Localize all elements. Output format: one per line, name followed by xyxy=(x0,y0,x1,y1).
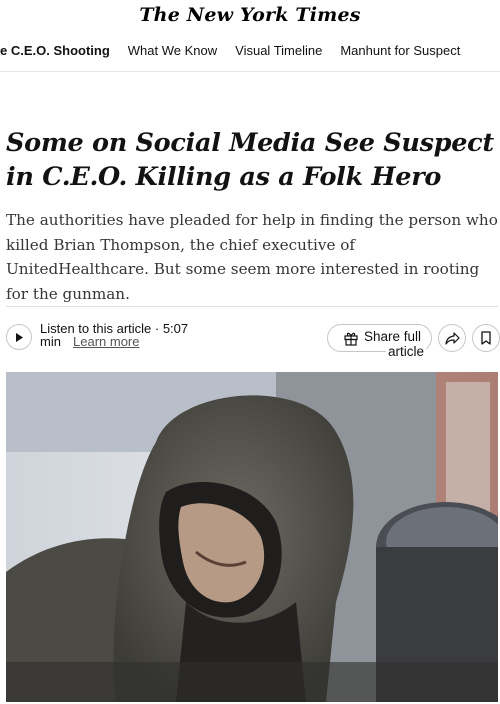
share-arrow-icon xyxy=(444,331,460,345)
gift-icon xyxy=(344,332,358,346)
share-button[interactable] xyxy=(438,324,466,352)
article-headline: Some on Social Media See Suspect in C.E.… xyxy=(6,128,494,192)
nav-item-manhunt[interactable]: Manhunt for Suspect xyxy=(340,43,460,58)
save-button[interactable] xyxy=(472,324,500,352)
article-photo xyxy=(6,372,498,702)
nav-item-visual-timeline[interactable]: Visual Timeline xyxy=(235,43,322,58)
bookmark-icon xyxy=(481,331,491,345)
masthead: The New York Times xyxy=(0,0,500,30)
listen-label[interactable]: Listen to this article · 5:07 xyxy=(40,322,240,335)
surveillance-photo xyxy=(6,372,498,702)
site-logo[interactable]: The New York Times xyxy=(139,4,360,26)
article-summary: The authorities have pleaded for help in… xyxy=(6,211,498,303)
play-icon xyxy=(16,332,23,342)
nav-item-what-we-know[interactable]: What We Know xyxy=(128,43,217,58)
story-nav: e C.E.O. Shooting What We Know Visual Ti… xyxy=(0,30,500,72)
share-label-continued: article xyxy=(386,344,427,359)
listen-block: Listen to this article · 5:07 min Learn … xyxy=(40,322,240,348)
share-full-article-button[interactable]: Share full article xyxy=(327,324,432,359)
learn-more-link[interactable]: Learn more xyxy=(73,335,139,348)
play-button[interactable] xyxy=(6,324,32,350)
listen-unit: min xyxy=(40,334,61,349)
nav-item-ceo-shooting[interactable]: e C.E.O. Shooting xyxy=(0,43,110,58)
share-label: Share full xyxy=(364,329,422,344)
divider xyxy=(6,306,498,307)
